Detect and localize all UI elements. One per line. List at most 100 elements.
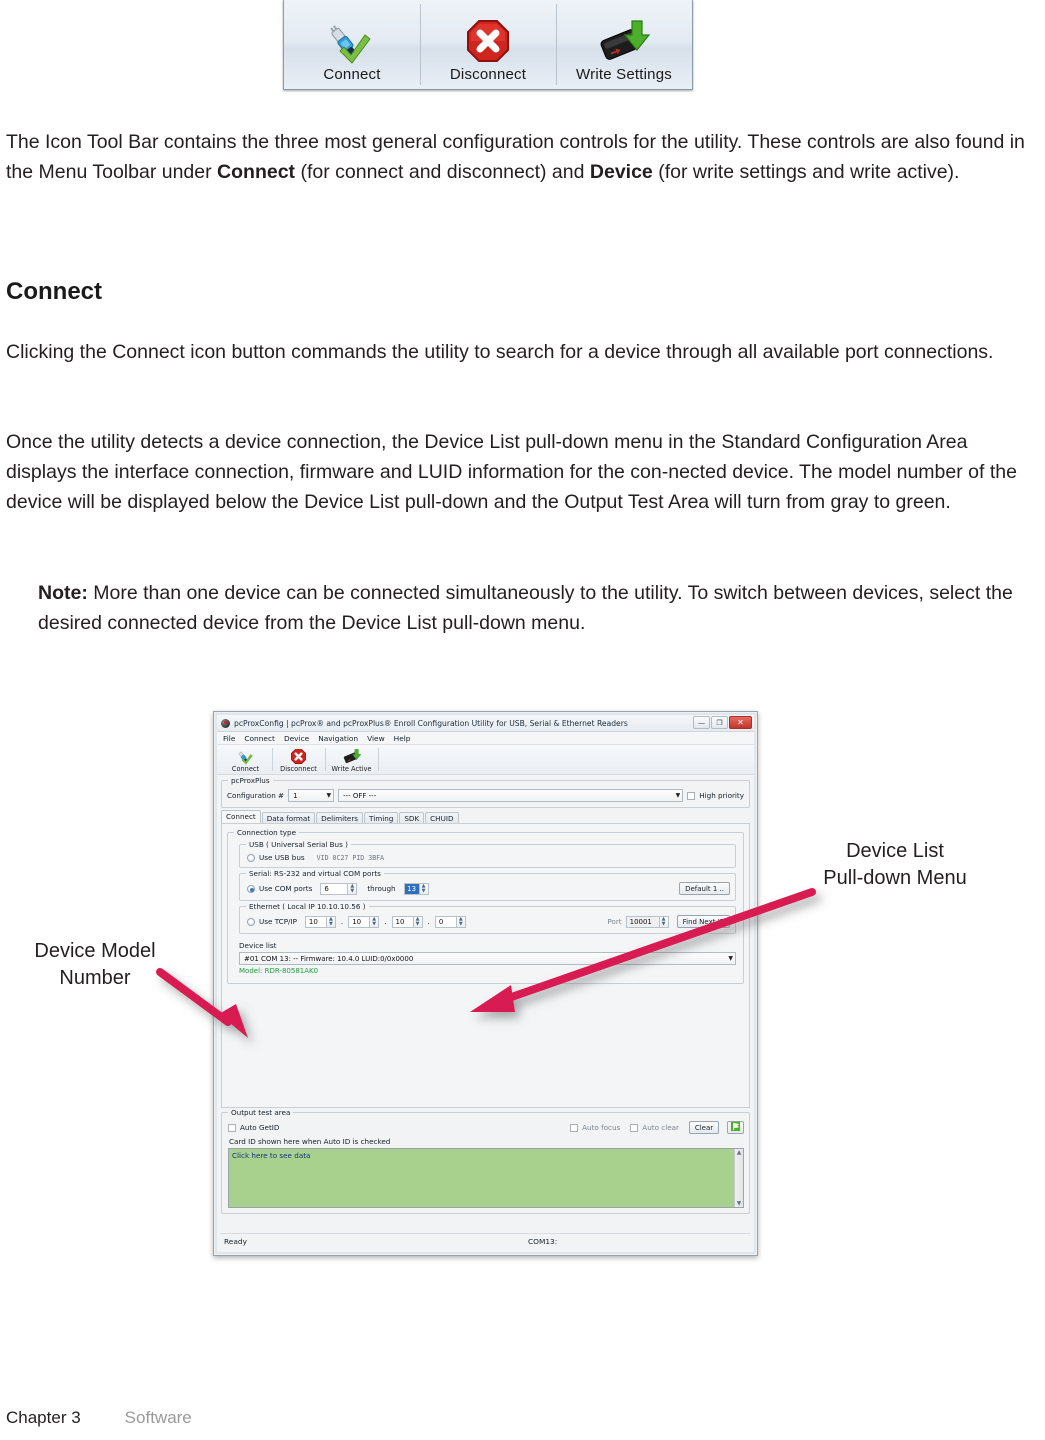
annotation-device-model: Device Model Number [0,938,190,992]
connection-type-title: Connection type [234,828,300,837]
tab-strip[interactable]: Connect Data format Delimiters Timing SD… [217,810,754,824]
status-right-text: COM13: [527,1237,558,1246]
auto-focus-label: Auto focus [582,1123,621,1132]
figure-connect-label: Connect [323,66,381,83]
connect-bold: Connect [217,161,296,183]
chevron-down-icon: ▼ [728,955,733,962]
output-data-box[interactable]: Click here to see data ▲ ▼ [228,1148,744,1208]
profile-value: --- OFF --- [343,791,377,800]
figure-write-settings-button[interactable]: Write Settings [556,0,692,89]
auto-clear-label: Auto clear [642,1123,679,1132]
profile-select[interactable]: --- OFF --- ▼ [338,789,684,802]
note-block: Note: More than one device can be connec… [38,578,1038,638]
page-heading-connect: Connect [6,278,102,305]
page-footer: Chapter 3 Software [6,1408,192,1428]
serial-group-title: Serial: RS-232 and virtual COM ports [246,869,384,878]
default-range-button[interactable]: Default 1 .. [679,882,730,895]
ip-octet-4-input[interactable]: 0 [434,915,457,928]
use-com-ports-label: Use COM ports [259,884,313,893]
chevron-down-icon: ▼ [675,792,681,799]
connect-tab-panel: Connection type USB ( Universal Serial B… [221,823,750,1108]
device-list-selected-value: #01 COM 13: -- Firmware: 10.4.0 LUID:0/0… [244,954,414,963]
figure-write-settings-label: Write Settings [576,66,672,83]
maximize-button[interactable]: ❐ [711,716,728,729]
auto-focus-checkbox[interactable] [570,1123,579,1132]
pcproxplus-group: pcProxPlus Configuration # 1 ▼ --- OFF -… [221,776,750,808]
annotation-device-list-line2: Pull-down Menu [823,867,967,889]
usb-vid-pid-text: VID 0C27 PID 3BFA [316,853,385,862]
menubar[interactable]: File Connect Device Navigation View Help [217,732,754,745]
com-port-from-input[interactable]: 6 [320,882,349,895]
use-com-ports-radio[interactable] [247,884,255,893]
ethernet-group: Ethernet ( Local IP 10.10.10.56 ) Use TC… [239,902,736,934]
menu-item-help[interactable]: Help [394,734,411,743]
output-hint-text: Card ID shown here when Auto ID is check… [229,1137,391,1146]
toolbar-disconnect-button[interactable]: Disconnect [272,745,325,774]
usb-plug-check-icon [235,748,257,765]
menu-item-navigation[interactable]: Navigation [318,734,358,743]
port-label: Port [607,917,622,926]
ip-octet-3-stepper[interactable]: ▲ ▼ [413,915,423,928]
use-tcpip-radio[interactable] [247,917,255,926]
figure-connect-button[interactable]: Connect [284,0,420,89]
figure-disconnect-label: Disconnect [449,66,527,83]
footer-chapter: Chapter 3 [6,1408,81,1427]
configuration-number-select[interactable]: 1 ▼ [288,789,335,802]
port-stepper[interactable]: ▲ ▼ [659,915,669,928]
green-flag-icon [730,1121,741,1134]
annotation-device-list: Device List Pull-down Menu [770,838,1020,892]
device-list-select[interactable]: #01 COM 13: -- Firmware: 10.4.0 LUID:0/0… [239,952,736,965]
ip-octet-4-stepper[interactable]: ▲ ▼ [456,915,466,928]
com-port-to-input[interactable]: 13 [403,882,420,895]
find-next-ip-button[interactable]: Find Next IP [676,915,730,928]
app-logo-icon [221,718,230,728]
minimize-button[interactable]: — [693,716,710,729]
device-list-block: Device list #01 COM 13: -- Firmware: 10.… [239,941,736,975]
auto-getid-checkbox[interactable] [228,1123,236,1132]
reader-download-arrow-icon [596,16,652,66]
ip-octet-1-input[interactable]: 10 [304,915,327,928]
clear-button[interactable]: Clear [689,1121,719,1134]
menu-item-file[interactable]: File [223,734,235,743]
window-controls[interactable]: — ❐ ✕ [693,716,752,729]
menu-item-view[interactable]: View [367,734,385,743]
tab-connect[interactable]: Connect [221,810,261,823]
output-scrollbar[interactable]: ▲ ▼ [734,1149,743,1207]
intro-text-b: (for connect and disconnect) and [295,161,590,183]
high-priority-checkbox[interactable] [687,791,696,800]
green-flag-icon-button[interactable] [727,1121,744,1134]
output-test-area-group: Output test area Auto GetID Auto focus A… [221,1108,750,1214]
ip-octet-3-input[interactable]: 10 [391,915,414,928]
pcproxconfig-window: pcProxConfig | pcProx® and pcProxPlus® E… [213,711,758,1256]
use-usb-bus-radio[interactable] [247,853,255,862]
usb-group: USB ( Universal Serial Bus ) Use USB bus… [239,840,736,868]
usb-plug-check-icon [324,16,380,66]
toolbar-write-active-button[interactable]: Write Active [325,745,378,774]
window-frame: pcProxConfig | pcProx® and pcProxPlus® E… [215,713,756,1254]
configuration-number-label: Configuration # [227,791,285,800]
menu-item-connect[interactable]: Connect [244,734,275,743]
toolbar-connect-button[interactable]: Connect [219,745,272,774]
icon-toolbar-figure: Connect Disconnect Write Settings [283,0,693,90]
through-label: through [367,884,396,893]
note-text: More than one device can be connected si… [38,582,1013,634]
ip-octet-2-stepper[interactable]: ▲ ▼ [370,915,380,928]
device-list-label: Device list [239,941,277,950]
com-port-from-stepper[interactable]: ▲ ▼ [348,882,358,895]
ip-dot-3: . [427,917,430,926]
configuration-number-value: 1 [293,791,298,800]
close-button[interactable]: ✕ [729,716,752,729]
ip-octet-1-stepper[interactable]: ▲ ▼ [326,915,336,928]
ethernet-group-title: Ethernet ( Local IP 10.10.10.56 ) [246,902,369,911]
com-port-to-stepper[interactable]: ▲ ▼ [419,882,429,895]
intro-text-c: (for write settings and write active). [652,161,960,183]
ip-octet-2-input[interactable]: 10 [348,915,371,928]
use-usb-bus-label: Use USB bus [259,853,305,862]
menu-item-device[interactable]: Device [284,734,309,743]
port-input[interactable]: 10001 [625,915,660,928]
chevron-down-icon: ▼ [326,792,332,799]
toolbar-connect-label: Connect [231,765,260,773]
auto-clear-checkbox[interactable] [630,1123,639,1132]
annotation-device-model-line1: Device Model [34,940,156,962]
figure-disconnect-button[interactable]: Disconnect [420,0,556,89]
